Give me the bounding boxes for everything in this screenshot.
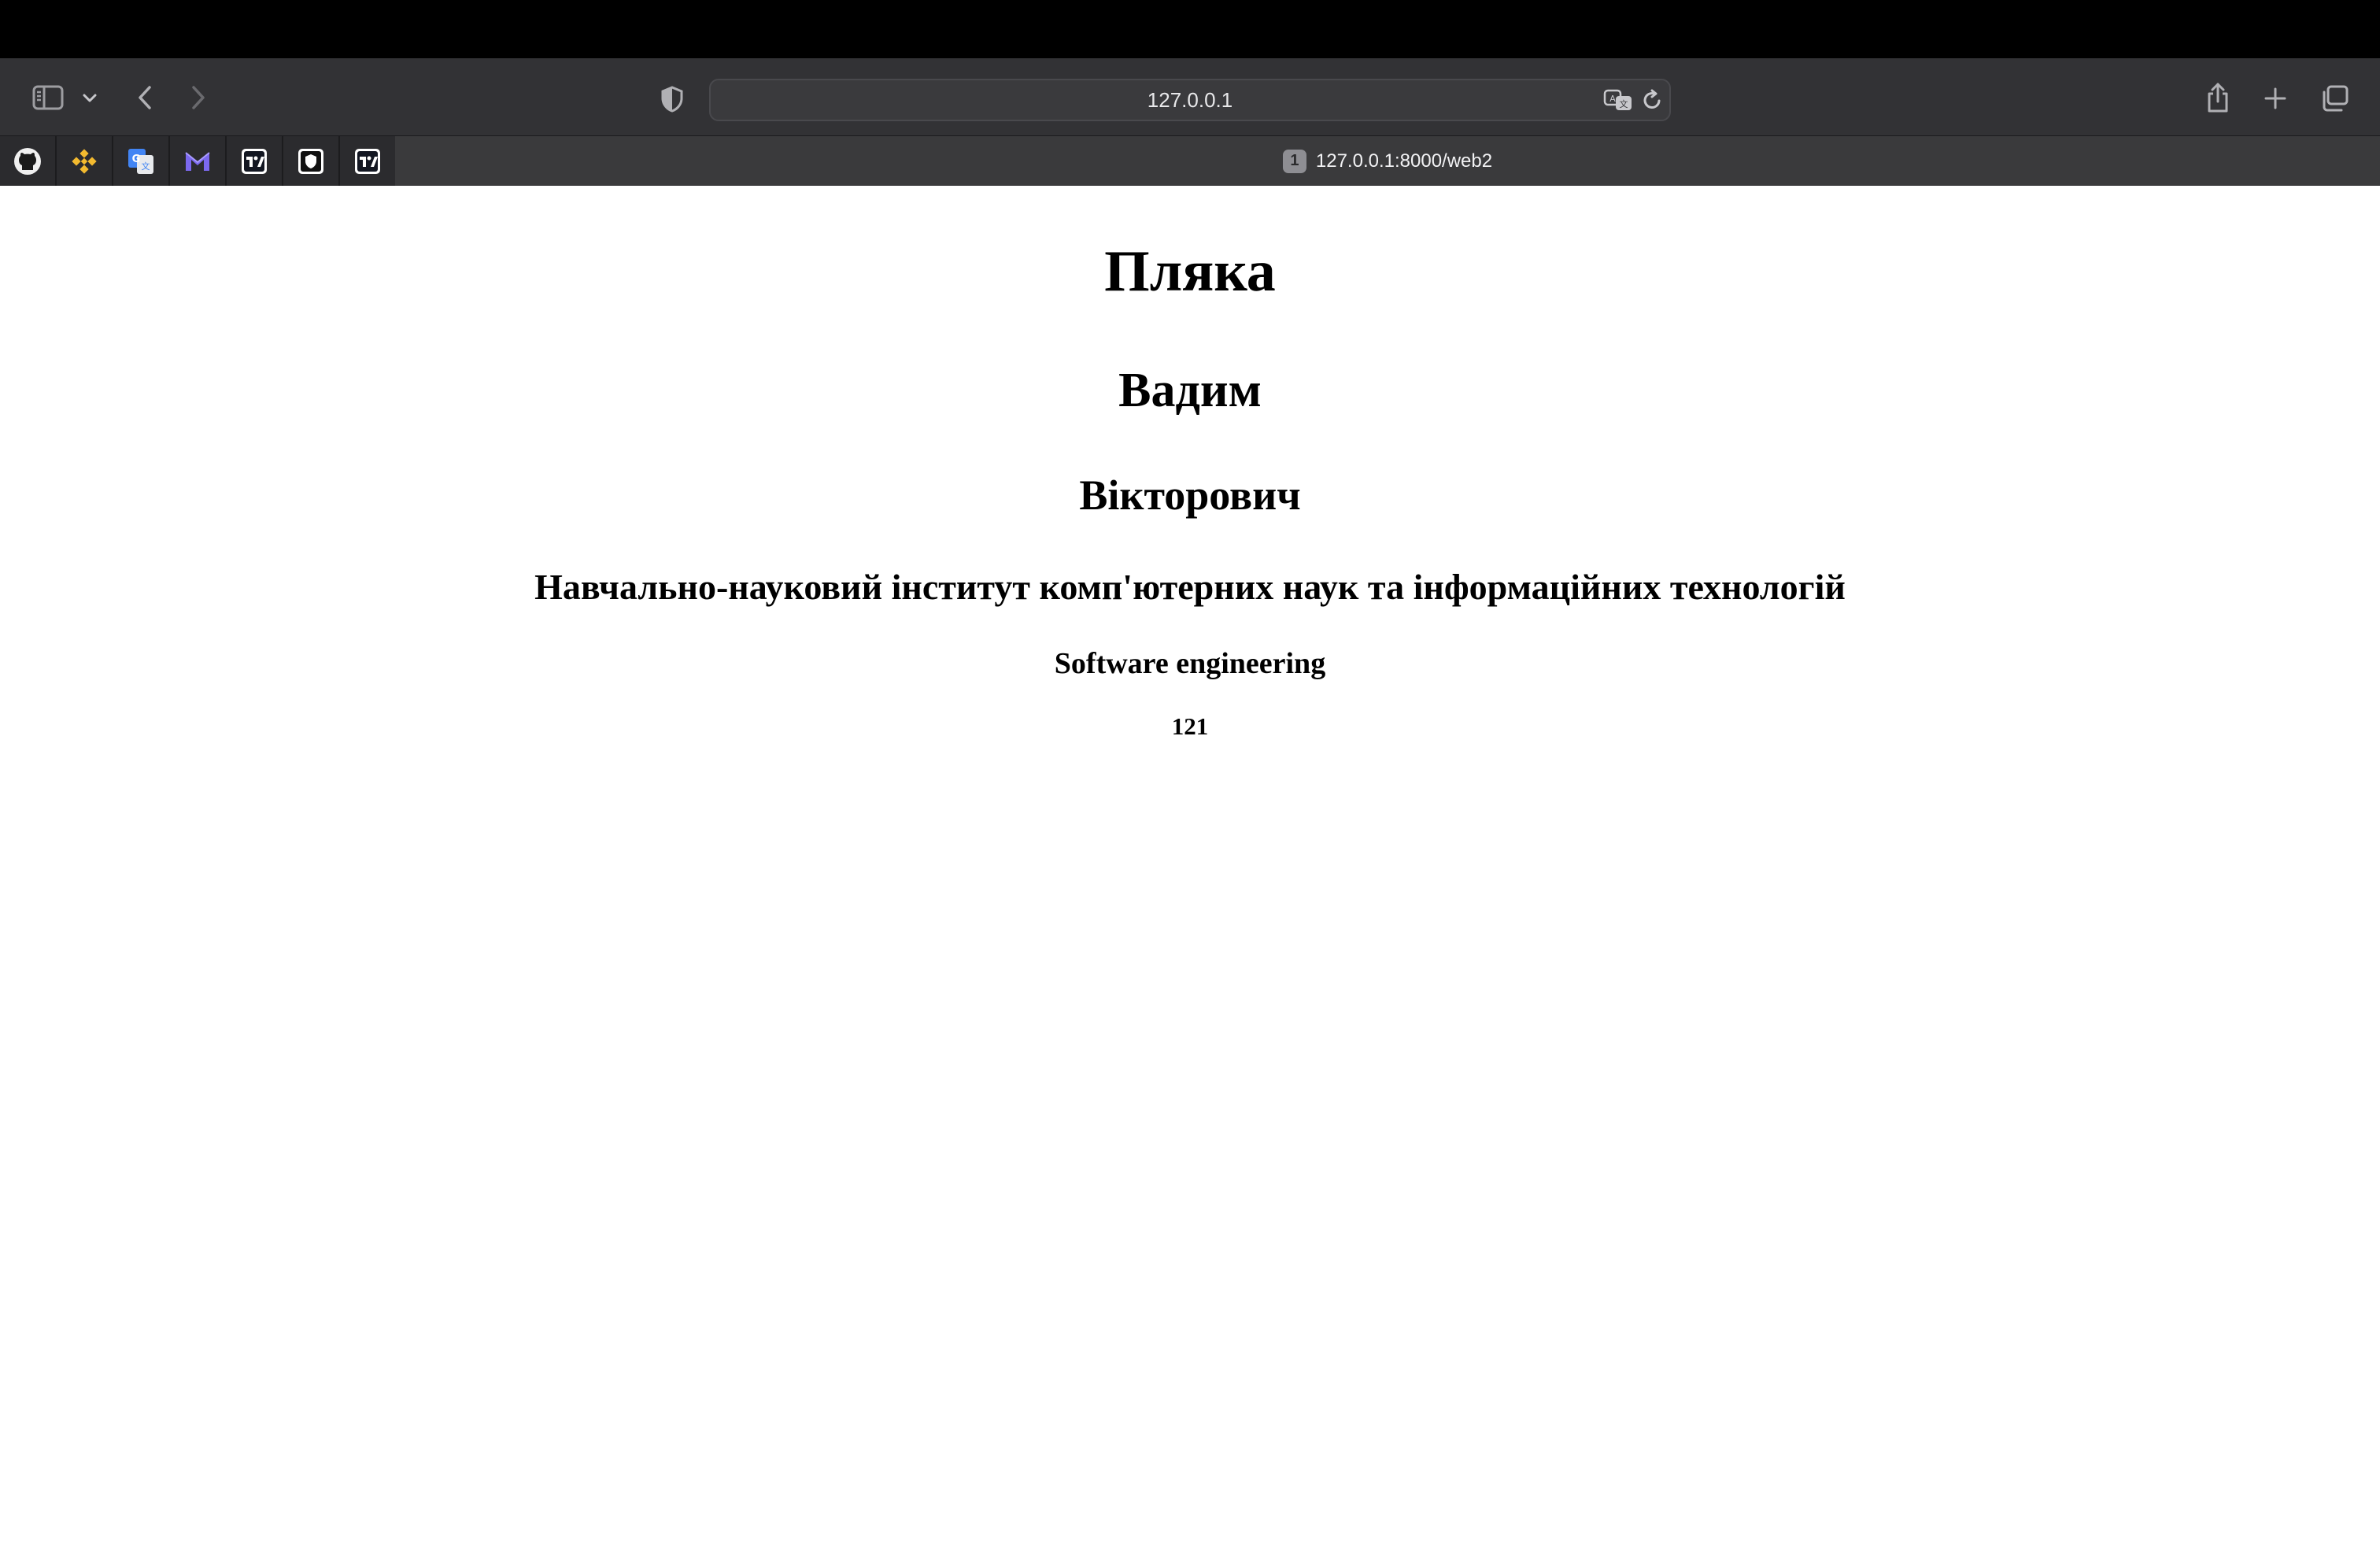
chevron-down-icon [83,94,97,102]
pinned-tab-mail[interactable] [170,136,227,186]
new-tab-icon [2264,87,2286,109]
back-button[interactable] [129,80,161,115]
svg-text:文: 文 [142,161,150,172]
share-icon [2208,83,2228,113]
tab-overview-button[interactable] [2317,80,2353,117]
forward-button[interactable] [183,80,214,115]
mail-icon [185,151,210,171]
heading-institute: Навчально-науковий інститут комп'ютерних… [534,567,1846,607]
page-content: Пляка Вадим Вікторович Навчально-наукови… [0,186,2380,1546]
pinned-tab-tradingview-1[interactable] [227,136,283,186]
binance-icon [72,148,97,174]
reload-button[interactable] [1639,87,1666,113]
shield-app-icon [298,148,323,174]
translate-icon: A 文 [1603,89,1632,110]
address-text: 127.0.0.1 [1147,87,1233,112]
sidebar-menu-button[interactable] [77,87,102,110]
sidebar-toggle-button[interactable] [28,80,68,115]
heading-specialty: Software engineering [1054,647,1326,680]
github-icon [14,147,41,175]
browser-toolbar: 127.0.0.1 A 文 [0,58,2380,135]
menu-bar [0,0,2380,58]
active-tab[interactable]: 1 127.0.0.1:8000/web2 [395,136,2380,186]
pinned-tab-github[interactable] [0,136,57,186]
reload-icon [1643,89,1661,109]
tab-title: 127.0.0.1:8000/web2 [1315,150,1493,172]
heading-first-name: Вадим [1118,364,1262,417]
tab-bar: G 文 1 127.0.0.1:8000/web2 [0,135,2380,186]
heading-patronymic: Вікторович [1079,472,1301,519]
svg-text:文: 文 [1620,98,1628,109]
sidebar-icon [32,85,64,110]
tab-favicon-badge: 1 [1282,149,1306,173]
heading-code: 121 [1171,712,1209,740]
new-tab-button[interactable] [2259,82,2292,115]
address-bar[interactable]: 127.0.0.1 A 文 [709,79,1671,121]
tab-overview-icon [2323,85,2349,112]
tradingview-icon [355,148,380,174]
heading-surname: Пляка [1104,239,1276,304]
svg-text:G: G [132,153,141,165]
forward-icon [192,86,205,109]
translate-button[interactable]: A 文 [1602,85,1635,115]
pinned-tab-google-translate[interactable]: G 文 [113,136,170,186]
share-button[interactable] [2201,79,2235,117]
pinned-tab-binance[interactable] [57,136,113,186]
google-translate-icon: G 文 [128,148,153,174]
privacy-report-button[interactable] [655,82,689,117]
svg-text:A: A [1609,94,1616,104]
back-icon [139,86,151,109]
pinned-tab-shield-app[interactable] [283,136,340,186]
tradingview-icon [242,148,267,174]
pinned-tab-tradingview-2[interactable] [340,136,397,186]
privacy-shield-icon [661,86,683,113]
